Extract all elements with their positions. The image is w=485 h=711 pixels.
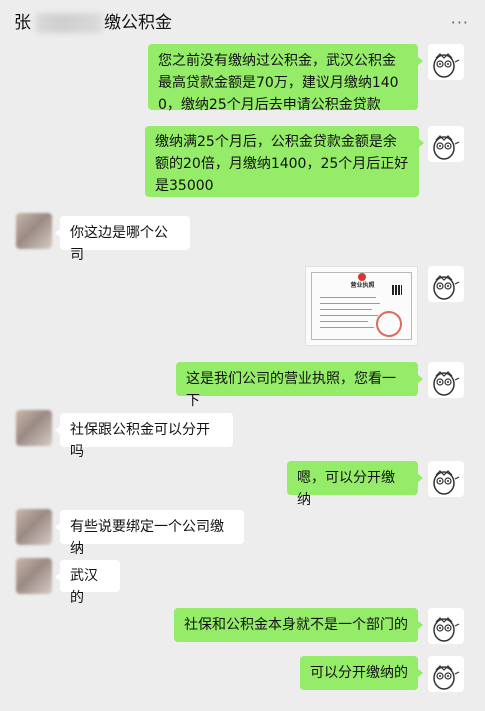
message-text: 武汉的 — [70, 568, 98, 606]
chat-title-prefix: 张 — [14, 13, 31, 33]
license-text-line — [320, 315, 378, 316]
my-avatar[interactable] — [428, 656, 464, 692]
message-text: 社保跟公积金可以分开吗 — [70, 422, 210, 460]
message-bubble[interactable]: 嗯，可以分开缴纳 — [287, 461, 423, 508]
message-bubble[interactable]: 社保和公积金本身就不是一个部门的 — [174, 608, 423, 642]
my-avatar[interactable] — [428, 266, 464, 302]
message-text: 嗯，可以分开缴纳 — [297, 470, 395, 508]
message-text: 可以分开缴纳的 — [310, 665, 408, 681]
license-text-line — [320, 321, 368, 322]
my-avatar[interactable] — [428, 362, 464, 398]
message-bubble[interactable]: 缴纳满25个月后，公积金贷款金额是余额的20倍，月缴纳1400，25个月后正好是… — [145, 126, 424, 197]
license-text-line — [320, 327, 374, 328]
chat-title-suffix: 缴公积金 — [104, 13, 172, 33]
owl-avatar-icon — [433, 665, 460, 690]
business-license-image[interactable]: 营业执照 — [305, 266, 418, 346]
message-bubble[interactable]: 你这边是哪个公司 — [55, 216, 190, 263]
contact-avatar[interactable] — [16, 509, 52, 545]
owl-avatar-icon — [433, 371, 460, 396]
owl-avatar-icon — [433, 53, 460, 78]
contact-avatar[interactable] — [16, 410, 52, 446]
message-text: 缴纳满25个月后，公积金贷款金额是余额的20倍，月缴纳1400，25个月后正好是… — [155, 134, 409, 194]
qr-code-icon — [392, 285, 402, 295]
blurred-name — [36, 13, 102, 33]
more-icon[interactable]: ··· — [451, 15, 469, 31]
message-bubble[interactable]: 武汉的 — [55, 560, 120, 606]
message-bubble[interactable]: 可以分开缴纳的 — [300, 656, 423, 690]
message-bubble[interactable]: 社保跟公积金可以分开吗 — [55, 413, 233, 460]
message-text: 社保和公积金本身就不是一个部门的 — [184, 617, 408, 633]
seal-stamp-icon — [376, 311, 402, 337]
message-text: 有些说要绑定一个公司缴纳 — [70, 519, 224, 557]
license-heading: 营业执照 — [350, 282, 375, 289]
owl-avatar-icon — [433, 470, 460, 495]
license-text-line — [320, 309, 372, 310]
chat-header: 张 缴公积金 ··· — [0, 0, 485, 40]
my-avatar[interactable] — [428, 461, 464, 497]
message-bubble[interactable]: 有些说要绑定一个公司缴纳 — [55, 510, 244, 557]
message-text: 你这边是哪个公司 — [70, 225, 168, 263]
my-avatar[interactable] — [428, 608, 464, 644]
message-text: 这是我们公司的营业执照，您看一下 — [186, 371, 396, 409]
owl-avatar-icon — [433, 617, 460, 642]
chat-title: 张 缴公积金 — [14, 8, 172, 33]
my-avatar[interactable] — [428, 44, 464, 80]
owl-avatar-icon — [433, 135, 460, 160]
message-text: 您之前没有缴纳过公积金，武汉公积金最高贷款金额是70万，建议月缴纳1400，缴纳… — [158, 53, 399, 113]
my-avatar[interactable] — [428, 126, 464, 162]
license-text-line — [320, 297, 376, 298]
license-text-line — [320, 303, 380, 304]
contact-avatar[interactable] — [16, 558, 52, 594]
contact-avatar[interactable] — [16, 213, 52, 249]
owl-avatar-icon — [433, 275, 460, 300]
message-bubble[interactable]: 这是我们公司的营业执照，您看一下 — [176, 362, 423, 409]
message-bubble[interactable]: 您之前没有缴纳过公积金，武汉公积金最高贷款金额是70万，建议月缴纳1400，缴纳… — [148, 44, 423, 113]
